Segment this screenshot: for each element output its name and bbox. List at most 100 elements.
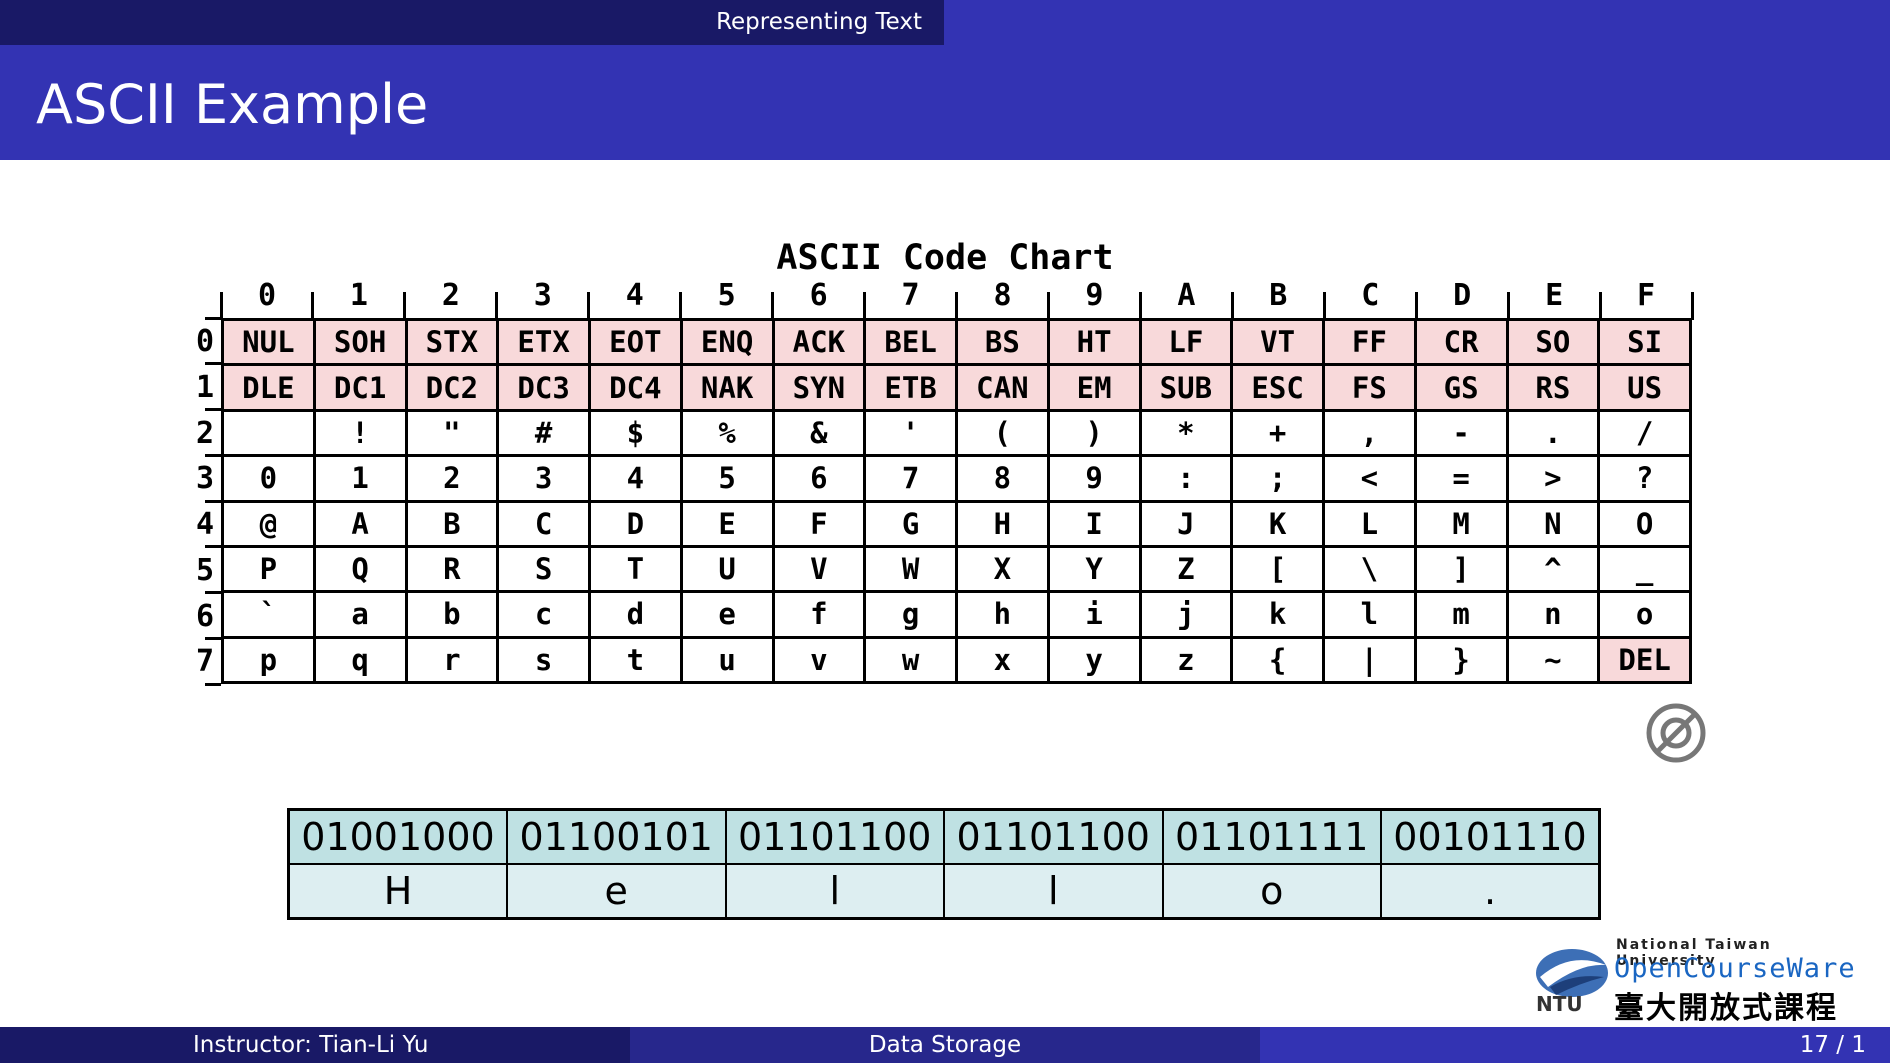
ascii-cell: a [312,590,408,639]
row-tick [205,408,221,411]
bits-cell: 01101111 [1161,808,1382,865]
ascii-cell: US [1597,363,1692,412]
ascii-cell: K [1230,499,1325,548]
ascii-chart-title: ASCII Code Chart [776,238,1114,278]
column-tick [679,292,683,320]
ascii-cell: 6 [771,454,867,503]
row-tick [205,636,221,640]
chars-row: Hello. [287,863,1601,920]
ascii-row: NUL SOH STX ETX EOT ENQ ACK BEL BS HT LF VT FF CR SO SI [221,317,1692,367]
ascii-cell: ( [955,408,1050,458]
binary-encoding-table: 01001000 01100101 01101100 01101100 01101111… [287,808,1601,920]
char-cell: e [506,863,727,920]
ascii-cell: SUB [1138,363,1234,412]
ascii-cell: SOH [312,317,408,367]
ascii-cell: = [1413,454,1509,503]
ascii-cell: LF [1138,317,1234,367]
ascii-cell: d [588,590,683,639]
ascii-cell: 9 [1046,454,1142,503]
ascii-cell: ' [863,408,958,458]
ascii-cell: Q [312,544,408,594]
ascii-cell: F [771,499,867,548]
ascii-row: DLE DC1 DC2 DC3 DC4 NAK SYN ETB CAN EM SUB ESC FS GS R… [221,363,1692,412]
ascii-cell: s [496,635,591,685]
ascii-cell: GS [1413,363,1509,412]
char-cell: . [1380,863,1601,920]
ascii-cell: M [1413,499,1509,548]
ascii-cell: CR [1413,317,1509,367]
ascii-cell: EOT [588,317,683,367]
ascii-row: @ A B C D E F G H I J K L M N O [221,499,1692,548]
column-tick [863,292,867,320]
ascii-cell: z [1138,635,1234,685]
ascii-cell: { [1230,635,1325,685]
ascii-cell: C [496,499,591,548]
footer-page: 17 / 1 [1799,1032,1866,1058]
ascii-cell: VT [1230,317,1325,367]
ascii-row: 0 1 2 3 4 5 6 7 8 9:; < = >? [221,454,1692,503]
ascii-cell: ENQ [679,317,775,367]
char-cell: o [1161,863,1382,920]
ascii-cell: $ [588,408,683,458]
ascii-cell: HT [1046,317,1142,367]
ascii-cell: DC3 [496,363,591,412]
ascii-cell: X [955,544,1050,594]
bits-cell: 01100101 [506,808,727,865]
public-domain-icon [1646,703,1706,763]
ascii-cell: DC4 [588,363,683,412]
ascii-cell: L [1322,499,1417,548]
ascii-cell: + [1230,408,1325,458]
bits-cell: 01101100 [724,808,945,865]
column-tick [403,292,407,320]
ascii-cell: A [312,499,408,548]
ascii-cell: g [863,590,958,639]
ascii-cell: # [496,408,591,458]
row-tick [205,453,221,457]
title-bar: ASCII Example [0,45,1890,160]
bits-cell: 00101110 [1380,808,1601,865]
ascii-cell: R [404,544,500,594]
ascii-cell: DLE [221,363,316,412]
ascii-cell: ACK [771,317,867,367]
ascii-cell: CAN [955,363,1050,412]
ascii-cell: V [771,544,867,594]
footer-instructor: Instructor: Tian-Li Yu [193,1032,429,1058]
ascii-cell: 7 [863,454,958,503]
ascii-cell: U [679,544,775,594]
ascii-cell: Y [1046,544,1142,594]
ascii-cell: J [1138,499,1234,548]
ascii-cell: x [955,635,1050,685]
top-bar: Representing Text [0,0,1890,45]
ascii-cell: n [1505,590,1601,639]
ascii-cell: G [863,499,958,548]
column-tick [1138,292,1142,320]
row-tick [205,591,221,594]
ascii-cell: q [312,635,408,685]
ascii-cell: Z [1138,544,1234,594]
footer-center: Data Storage [630,1027,1260,1063]
ascii-cell: 2 [404,454,500,503]
ascii-cell: 5 [679,454,775,503]
ascii-cell: i [1046,590,1142,639]
ascii-cell: ) [1046,408,1142,458]
ascii-cell: DEL [1597,635,1692,685]
column-tick [1598,292,1602,320]
ascii-cell: % [679,408,775,458]
ascii-cell: > [1505,454,1601,503]
column-tick [1230,292,1234,320]
ascii-cell: t [588,635,683,685]
ascii-cell: e [679,590,775,639]
ascii-cell: . [1505,408,1601,458]
ascii-cell: D [588,499,683,548]
char-cell: H [287,863,508,920]
ascii-cell: c [496,590,591,639]
ascii-cell: 3 [496,454,591,503]
ascii-cell: NAK [679,363,775,412]
ascii-cell: h [955,590,1050,639]
ascii-cell: / [1597,408,1692,458]
char-cell: l [724,863,945,920]
ascii-cell: E [679,499,775,548]
ascii-cell: T [588,544,683,594]
ascii-cell: : [1138,454,1234,503]
row-tick [205,316,221,320]
